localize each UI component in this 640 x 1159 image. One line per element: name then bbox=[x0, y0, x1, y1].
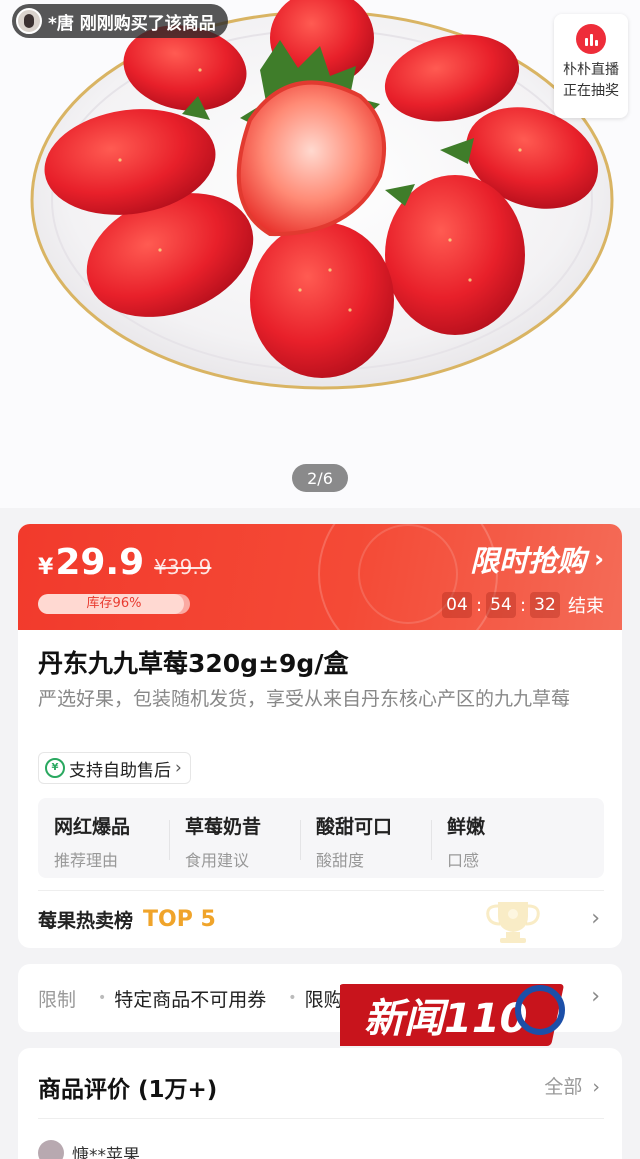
after-sale-service-link[interactable]: ¥ 支持自助售后 › bbox=[38, 752, 191, 784]
feature-value: 草莓奶昔 bbox=[185, 816, 262, 838]
chevron-right-icon[interactable]: › bbox=[591, 906, 600, 931]
reviews-section: 商品评价 (1万+) 全部 › 慷**苹果 bbox=[18, 1048, 622, 1159]
product-title: 丹东九九草莓320g±9g/盒 bbox=[38, 649, 349, 678]
feature-value: 网红爆品 bbox=[54, 816, 131, 838]
divider bbox=[38, 890, 604, 891]
flash-sale-link[interactable]: 限时抢购 › bbox=[470, 538, 604, 580]
product-description: 严选好果，包装随机发货，享受从来自丹东核心产区的九九草莓 bbox=[38, 688, 571, 710]
price-block: ¥ 29.9 ¥39.9 bbox=[38, 542, 211, 583]
chevron-right-icon: › bbox=[594, 545, 604, 573]
avatar bbox=[16, 8, 42, 34]
hot-ranking-badge: TOP 5 bbox=[143, 907, 216, 932]
live-label-line1: 朴朴直播 bbox=[563, 62, 619, 78]
after-sale-label: 支持自助售后 bbox=[69, 760, 171, 781]
hot-ranking-label: 莓果热卖榜 bbox=[38, 910, 134, 932]
countdown-separator: : bbox=[475, 594, 483, 616]
review-author-name: 慷**苹果 bbox=[72, 1145, 140, 1159]
live-bars-icon bbox=[576, 24, 606, 54]
feature-tags: 网红爆品 推荐理由 草莓奶昔 食用建议 酸甜可口 酸甜度 鲜嫩 口感 bbox=[38, 798, 604, 878]
chevron-right-icon: › bbox=[592, 1076, 600, 1098]
flash-sale-banner[interactable]: ¥ 29.9 ¥39.9 库存96% 限时抢购 › 04 : 54 : 32 结… bbox=[18, 524, 622, 630]
feature-item: 鲜嫩 口感 bbox=[431, 798, 562, 878]
reviews-all-label: 全部 bbox=[544, 1076, 583, 1098]
countdown-end-label: 结束 bbox=[568, 596, 604, 617]
divider bbox=[38, 1118, 604, 1119]
service-icon: ¥ bbox=[45, 758, 65, 778]
countdown-hours: 04 bbox=[442, 592, 472, 618]
countdown-minutes: 54 bbox=[486, 592, 516, 618]
countdown-separator: : bbox=[519, 594, 527, 616]
feature-label: 食用建议 bbox=[185, 851, 250, 870]
original-price: ¥39.9 bbox=[154, 555, 212, 579]
chevron-right-icon: › bbox=[591, 984, 600, 1009]
review-author: 慷**苹果 bbox=[38, 1140, 140, 1159]
chevron-right-icon: › bbox=[175, 758, 182, 778]
recent-buyer-text: *唐 刚刚购买了该商品 bbox=[48, 13, 216, 34]
news-110-watermark-logo: 新闻110 NEWS 110 bbox=[340, 984, 565, 1059]
feature-item: 网红爆品 推荐理由 bbox=[38, 798, 169, 878]
svg-text:新闻110: 新闻110 bbox=[364, 996, 528, 1042]
current-price: 29.9 bbox=[55, 542, 145, 583]
restriction-label: 限制 bbox=[38, 988, 77, 1011]
live-label: 朴朴直播 正在抽奖 bbox=[563, 60, 619, 102]
hot-ranking-link[interactable]: 莓果热卖榜 TOP 5 bbox=[38, 906, 216, 933]
trophy-icon bbox=[486, 902, 540, 943]
restriction-item: 限购 bbox=[304, 988, 343, 1011]
feature-item: 草莓奶昔 食用建议 bbox=[169, 798, 300, 878]
feature-label: 推荐理由 bbox=[54, 851, 119, 870]
flash-sale-title: 限时抢购 bbox=[470, 544, 587, 578]
bullet-dot: • bbox=[98, 990, 107, 1006]
countdown-timer: 04 : 54 : 32 结束 bbox=[442, 592, 604, 618]
feature-item: 酸甜可口 酸甜度 bbox=[300, 798, 431, 878]
feature-label: 酸甜度 bbox=[316, 851, 365, 870]
feature-value: 酸甜可口 bbox=[316, 816, 393, 838]
product-detail-page: *唐 刚刚购买了该商品 朴朴直播 正在抽奖 2/6 ¥ 29.9 ¥39.9 库… bbox=[0, 0, 640, 1159]
restriction-item: 特定商品不可用券 bbox=[114, 988, 267, 1011]
feature-label: 口感 bbox=[447, 851, 480, 870]
stock-progress-bar: 库存96% bbox=[38, 594, 190, 614]
reviews-all-link[interactable]: 全部 › bbox=[544, 1072, 600, 1099]
reviews-title: 商品评价 (1万+) bbox=[38, 1077, 218, 1103]
bullet-dot: • bbox=[288, 990, 297, 1006]
avatar bbox=[38, 1140, 64, 1159]
product-image-carousel[interactable]: *唐 刚刚购买了该商品 朴朴直播 正在抽奖 2/6 bbox=[0, 0, 640, 508]
feature-value: 鲜嫩 bbox=[447, 816, 486, 838]
currency-symbol: ¥ bbox=[38, 555, 54, 580]
countdown-seconds: 32 bbox=[530, 592, 560, 618]
recent-buyer-notice: *唐 刚刚购买了该商品 bbox=[12, 4, 228, 38]
live-lottery-entry[interactable]: 朴朴直播 正在抽奖 bbox=[554, 14, 628, 118]
strawberry-plate-image bbox=[30, 0, 614, 390]
image-page-indicator: 2/6 bbox=[292, 464, 348, 492]
stock-label: 库存96% bbox=[86, 596, 142, 611]
product-info-card: ¥ 29.9 ¥39.9 库存96% 限时抢购 › 04 : 54 : 32 结… bbox=[18, 524, 622, 948]
live-label-line2: 正在抽奖 bbox=[563, 83, 619, 99]
